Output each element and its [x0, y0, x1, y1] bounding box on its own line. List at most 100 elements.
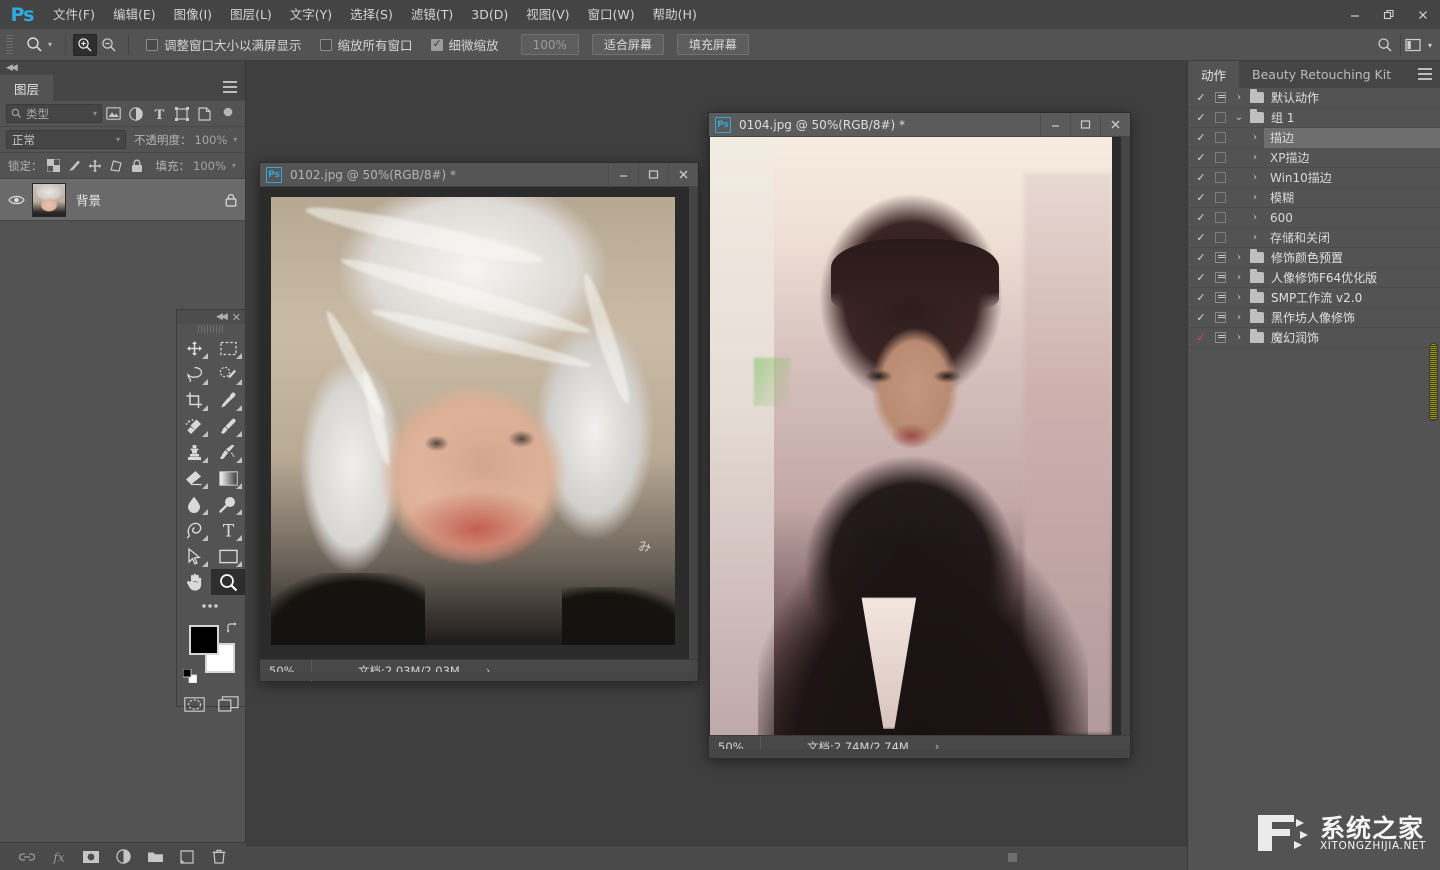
- action-row[interactable]: ✓›模糊: [1188, 188, 1440, 208]
- action-dialog-toggle[interactable]: [1210, 192, 1230, 203]
- quick-mask-mode-icon[interactable]: [184, 691, 205, 717]
- action-dialog-toggle[interactable]: [1210, 332, 1230, 343]
- menu-item-9[interactable]: 窗口(W): [579, 0, 644, 29]
- zoom-tool[interactable]: [211, 569, 245, 595]
- lock-artboard-icon[interactable]: [106, 156, 127, 176]
- action-enabled-checkmark[interactable]: ✓: [1192, 131, 1210, 144]
- tab-beauty-retouching-kit[interactable]: Beauty Retouching Kit: [1239, 61, 1404, 88]
- action-dialog-toggle[interactable]: [1210, 132, 1230, 143]
- layer-style-fx-icon[interactable]: fx: [49, 847, 69, 867]
- action-enabled-checkmark[interactable]: ✓: [1192, 211, 1210, 224]
- action-name-cell[interactable]: 模糊: [1264, 188, 1440, 208]
- action-row[interactable]: ✓›存储和关闭: [1188, 228, 1440, 248]
- dialog-toggle-box[interactable]: [1215, 252, 1226, 263]
- scrubby-zoom-checkbox[interactable]: 细微缩放: [431, 35, 499, 54]
- fill-input[interactable]: 100%: [190, 157, 229, 174]
- pixel-layer-filter-icon[interactable]: [102, 103, 125, 125]
- gradient-tool[interactable]: [211, 465, 245, 491]
- action-row[interactable]: ✓›魔幻润饰: [1188, 328, 1440, 348]
- action-dialog-toggle[interactable]: [1210, 172, 1230, 183]
- blend-mode-select[interactable]: 正常 ▾: [6, 130, 126, 149]
- chevron-right-icon[interactable]: ›: [1230, 292, 1248, 303]
- dialog-toggle-box[interactable]: [1215, 272, 1226, 283]
- menu-item-7[interactable]: 3D(D): [462, 0, 517, 29]
- document-horizontal-scrollbar-0104[interactable]: [709, 749, 1130, 758]
- menu-item-2[interactable]: 图像(I): [165, 0, 221, 29]
- action-row[interactable]: ✓ ›默认动作: [1188, 88, 1440, 108]
- zoom-all-windows-checkbox[interactable]: 缩放所有窗口: [320, 35, 413, 54]
- menu-item-5[interactable]: 选择(S): [341, 0, 402, 29]
- menu-item-0[interactable]: 文件(F): [44, 0, 104, 29]
- action-row[interactable]: ✓›Win10描边: [1188, 168, 1440, 188]
- action-enabled-checkmark[interactable]: ✓: [1192, 91, 1210, 104]
- action-dialog-toggle[interactable]: [1210, 152, 1230, 163]
- action-enabled-checkmark[interactable]: ✓: [1192, 311, 1210, 324]
- action-dialog-toggle[interactable]: [1210, 92, 1230, 103]
- zoom-out-button[interactable]: [97, 34, 121, 56]
- quick-selection-tool[interactable]: [211, 361, 245, 387]
- rectangle-tool[interactable]: [211, 543, 245, 569]
- chevron-right-icon[interactable]: ›: [1230, 92, 1248, 103]
- action-enabled-checkmark[interactable]: ✓: [1192, 291, 1210, 304]
- action-name-cell[interactable]: 黑作坊人像修饰: [1248, 308, 1440, 328]
- panel-menu-icon[interactable]: [1418, 68, 1432, 80]
- action-name-cell[interactable]: 600: [1264, 208, 1440, 228]
- action-dialog-toggle[interactable]: [1210, 292, 1230, 303]
- actions-scrollbar-thumb[interactable]: [1429, 343, 1438, 421]
- action-name-cell[interactable]: 组 1: [1248, 108, 1440, 128]
- action-name-cell[interactable]: 默认动作: [1248, 88, 1440, 108]
- action-dialog-toggle[interactable]: [1210, 252, 1230, 263]
- dialog-toggle-box[interactable]: [1215, 112, 1226, 123]
- tab-actions[interactable]: 动作: [1188, 61, 1239, 88]
- zoom-in-button[interactable]: [73, 34, 97, 56]
- horizontal-type-tool[interactable]: T: [211, 517, 245, 543]
- action-row[interactable]: ✓›描边: [1188, 128, 1440, 148]
- chevron-right-icon[interactable]: ›: [1246, 132, 1264, 143]
- swap-colors-icon[interactable]: [226, 621, 239, 634]
- checkbox-box-0[interactable]: [146, 39, 158, 51]
- lock-position-icon[interactable]: [85, 156, 106, 176]
- document-maximize-button-0102[interactable]: [638, 163, 668, 187]
- options-bar-grip[interactable]: [6, 35, 13, 55]
- hand-tool[interactable]: [177, 569, 211, 595]
- workspace-switcher-button[interactable]: ▾: [1400, 34, 1436, 56]
- action-row[interactable]: ✓›XP描边: [1188, 148, 1440, 168]
- new-group-icon[interactable]: [145, 847, 165, 867]
- checkbox-box-1[interactable]: [320, 39, 332, 51]
- chevron-right-icon[interactable]: ›: [1230, 252, 1248, 263]
- lasso-tool[interactable]: [177, 361, 211, 387]
- brush-tool[interactable]: [211, 413, 245, 439]
- dialog-toggle-box[interactable]: [1215, 232, 1226, 243]
- spot-healing-brush-tool[interactable]: [177, 413, 211, 439]
- tab-layers[interactable]: 图层: [0, 75, 53, 101]
- document-horizontal-scrollbar-0102[interactable]: [260, 672, 698, 681]
- action-enabled-checkmark[interactable]: ✓: [1192, 151, 1210, 164]
- chevron-down-icon[interactable]: ▾: [232, 161, 236, 170]
- rectangular-marquee-tool[interactable]: [211, 335, 245, 361]
- document-window-0104[interactable]: Ps 0104.jpg @ 50%(RGB/8#) *: [708, 112, 1131, 759]
- toolbar-grip[interactable]: [198, 325, 224, 333]
- resize-windows-to-fit-checkbox[interactable]: 调整窗口大小以满屏显示: [146, 35, 302, 54]
- zoom-tool-icon[interactable]: [21, 32, 47, 58]
- action-row[interactable]: ✓›人像修饰F64优化版: [1188, 268, 1440, 288]
- action-enabled-checkmark[interactable]: ✓: [1192, 191, 1210, 204]
- chevron-down-icon[interactable]: ▾: [233, 135, 237, 144]
- new-layer-icon[interactable]: [177, 847, 197, 867]
- action-enabled-checkmark[interactable]: ✓: [1192, 271, 1210, 284]
- dialog-toggle-box[interactable]: [1215, 312, 1226, 323]
- menu-item-10[interactable]: 帮助(H): [644, 0, 706, 29]
- action-dialog-toggle[interactable]: [1210, 112, 1230, 123]
- action-dialog-toggle[interactable]: [1210, 232, 1230, 243]
- fit-screen-button[interactable]: 适合屏幕: [592, 34, 664, 55]
- actions-scrollbar[interactable]: [1429, 91, 1438, 421]
- document-close-button-0104[interactable]: [1100, 113, 1130, 137]
- chevron-right-icon[interactable]: ›: [1246, 232, 1264, 243]
- document-minimize-button-0102[interactable]: [608, 163, 638, 187]
- new-adjustment-layer-icon[interactable]: [113, 847, 133, 867]
- zoom-100-button[interactable]: 100%: [521, 34, 579, 55]
- chevron-down-icon[interactable]: ▾: [1428, 41, 1432, 50]
- fill-screen-button[interactable]: 填充屏幕: [677, 34, 749, 55]
- layer-filter-type-select[interactable]: 类型 ▾: [6, 104, 102, 123]
- dodge-tool[interactable]: [211, 491, 245, 517]
- chevron-right-icon[interactable]: ›: [1230, 332, 1248, 343]
